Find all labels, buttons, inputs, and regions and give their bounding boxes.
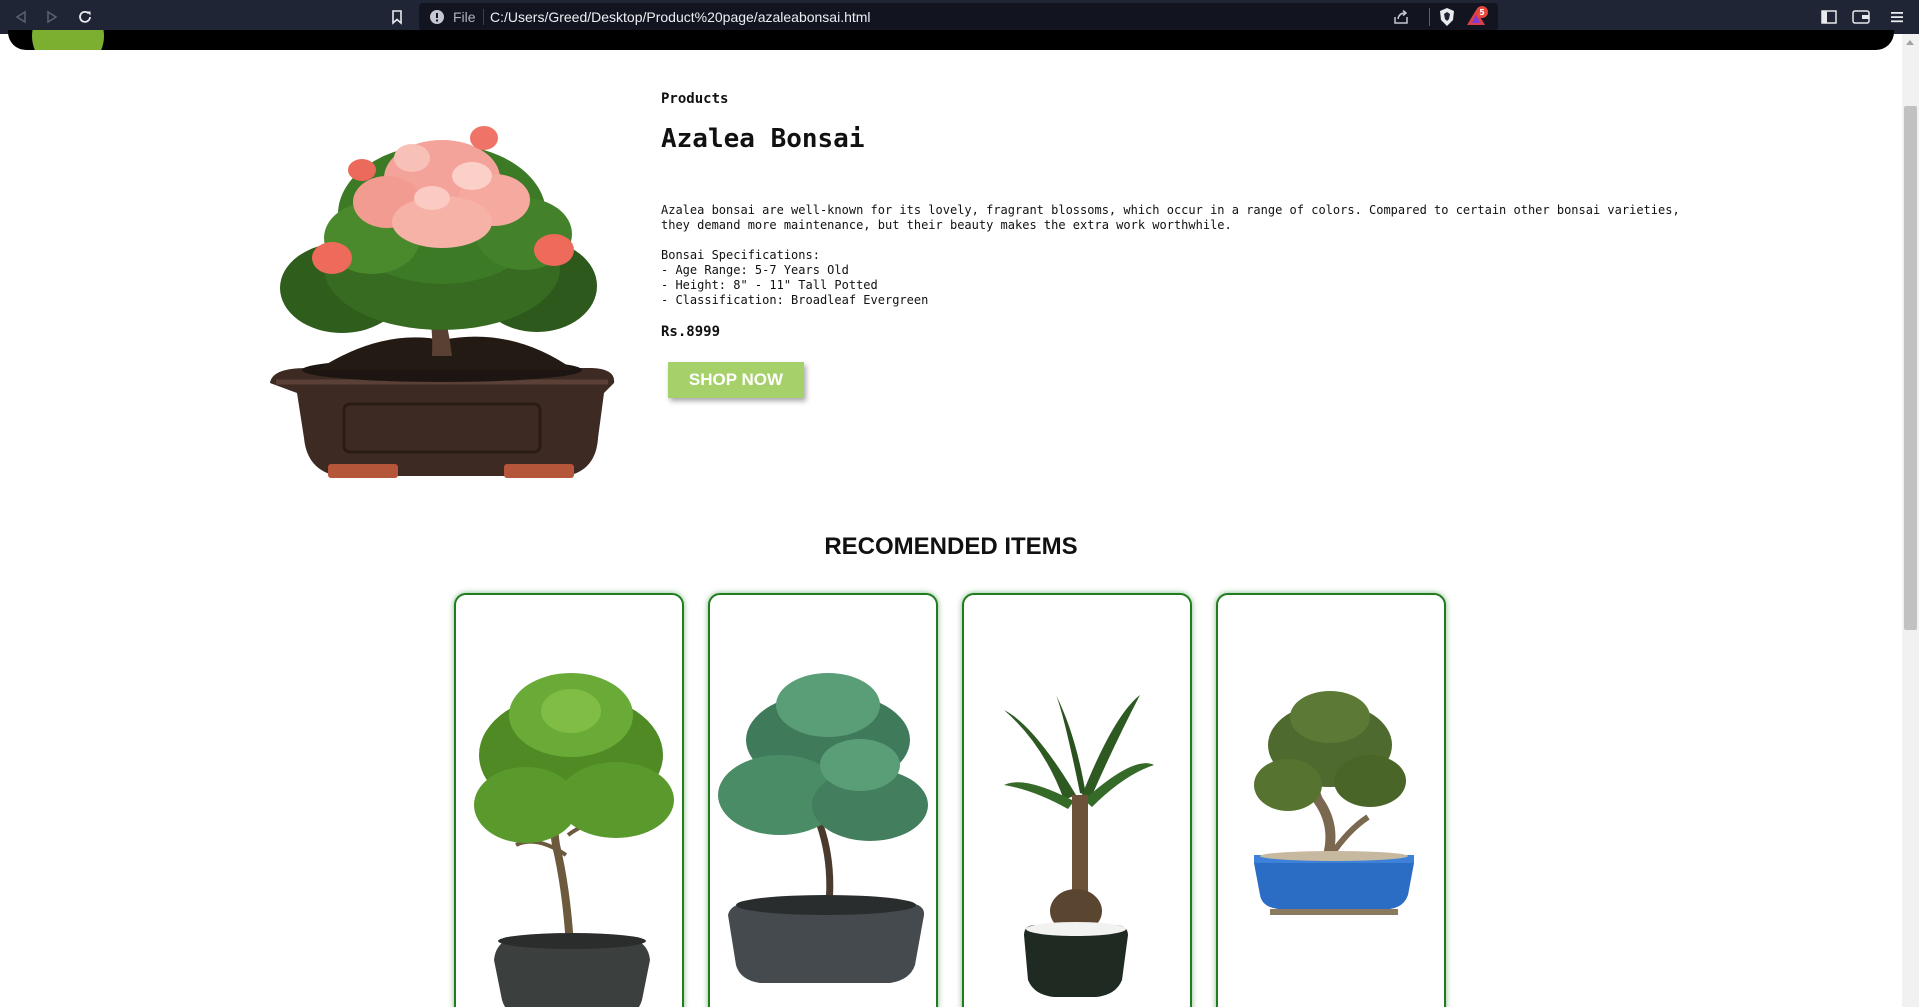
sidebar-toggle-icon[interactable] xyxy=(1817,5,1841,29)
address-separator xyxy=(483,9,484,25)
boxwood-bonsai-image xyxy=(474,673,674,1007)
page-scrollbar[interactable] xyxy=(1902,34,1919,1007)
recommended-card[interactable] xyxy=(962,593,1192,1007)
bookmark-icon[interactable] xyxy=(385,5,409,29)
product-description: Azalea bonsai are well-known for its lov… xyxy=(661,203,1680,232)
back-icon[interactable] xyxy=(9,5,33,29)
product-title: Azalea Bonsai xyxy=(661,124,865,154)
breadcrumb[interactable]: Products xyxy=(661,91,728,107)
reload-icon[interactable] xyxy=(73,5,97,29)
page: File C:/Users/Greed/Desktop/Product%20pa… xyxy=(0,0,1919,1007)
wallet-icon[interactable] xyxy=(1849,5,1873,29)
recommended-card[interactable] xyxy=(708,593,938,1007)
spec-height: - Height: 8" - 11" Tall Potted xyxy=(661,278,878,292)
brave-shield-icon[interactable] xyxy=(1438,7,1456,27)
forward-icon[interactable] xyxy=(40,5,64,29)
recommended-card[interactable] xyxy=(454,593,684,1007)
recommended-card[interactable] xyxy=(1216,593,1446,1007)
site-navbar xyxy=(8,30,1894,50)
rewards-badge: 5 xyxy=(1476,6,1488,18)
pine-bonsai-image xyxy=(718,673,928,983)
site-logo[interactable] xyxy=(32,30,104,50)
address-divider xyxy=(1429,8,1430,26)
address-bar[interactable]: File C:/Users/Greed/Desktop/Product%20pa… xyxy=(419,3,1498,31)
olive-bonsai-image xyxy=(1254,691,1414,915)
address-scheme-label: File xyxy=(453,9,476,25)
scroll-up-arrow-icon[interactable] xyxy=(1906,40,1914,45)
specs-heading: Bonsai Specifications: xyxy=(661,248,820,262)
share-icon[interactable] xyxy=(1392,8,1410,26)
sago-palm-bonsai-image xyxy=(1004,695,1154,997)
menu-icon[interactable] xyxy=(1885,5,1909,29)
product-price: Rs.8999 xyxy=(661,324,721,340)
site-info-icon[interactable] xyxy=(429,9,445,25)
browser-toolbar: File C:/Users/Greed/Desktop/Product%20pa… xyxy=(0,0,1919,34)
spec-classification: - Classification: Broadleaf Evergreen xyxy=(661,293,929,307)
azalea-bonsai-image xyxy=(262,118,642,488)
shop-now-button[interactable]: SHOP NOW xyxy=(668,362,804,398)
recommended-heading: RECOMENDED ITEMS xyxy=(824,533,1078,560)
spec-age-range: - Age Range: 5-7 Years Old xyxy=(661,263,849,277)
scrollbar-thumb[interactable] xyxy=(1904,106,1917,630)
product-specifications: Bonsai Specifications: - Age Range: 5-7 … xyxy=(661,248,928,308)
address-url[interactable]: C:/Users/Greed/Desktop/Product%20page/az… xyxy=(490,9,871,25)
